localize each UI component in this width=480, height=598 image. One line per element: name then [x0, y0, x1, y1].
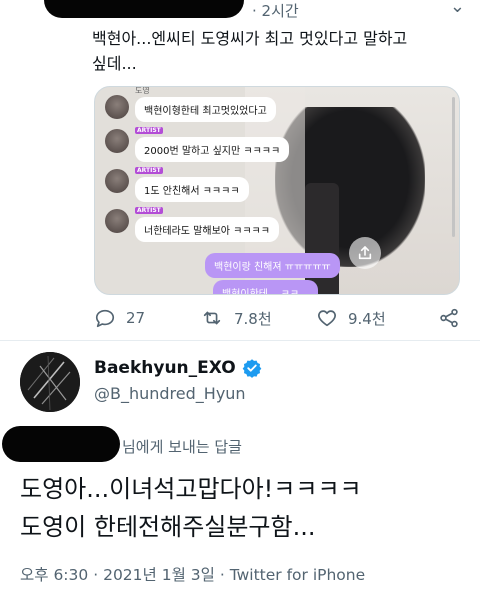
retweet-count: 7.8천 [234, 309, 272, 328]
purple-chat-bubble: 백현이한테 ...ㅋㅋ... [213, 280, 318, 294]
chat-bubble: 너한테라도 말해보아 ㅋㅋㅋㅋ [135, 217, 279, 242]
media-share-button[interactable] [349, 237, 381, 269]
timestamp-text[interactable]: 2시간 [262, 2, 299, 20]
retweet-action[interactable]: 7.8천 [200, 307, 272, 329]
artist-avatar [105, 95, 129, 119]
media-scrollbar [452, 97, 455, 237]
avatar-image [20, 352, 80, 412]
chat-bubble: 백현이형한테 최고멋있었다고 [135, 97, 276, 122]
artist-tag: ARTIST [135, 127, 163, 134]
tweet-source[interactable]: Twitter for iPhone [230, 566, 365, 584]
meta-separator: · [219, 566, 225, 584]
reply-text-line1: 도영아...이녀석고맙다아!ㅋㅋㅋㅋ [20, 475, 362, 503]
redacted-user-header [44, 0, 244, 18]
reply-action[interactable]: 27 [94, 307, 145, 329]
more-options-icon[interactable]: ⌄ [450, 0, 466, 17]
artist-avatar [105, 209, 129, 233]
chat-bubble: 1도 안친해서 ㅋㅋㅋㅋ [135, 177, 249, 202]
user-handle[interactable]: @B_hundred_Hyun [94, 384, 246, 403]
tweet-media-image[interactable]: 도영 백현이형한테 최고멋있었다고 ARTIST 2000번 말하고 싶지만 ㅋ… [94, 86, 460, 295]
tweet-text-line1: 백현아...엔씨티 도영씨가 최고 멋있다고 말하고 [92, 29, 408, 48]
like-action[interactable]: 9.4천 [316, 307, 386, 329]
phone-in-photo [305, 183, 339, 294]
tweet-text-line2: 싶데... [92, 54, 137, 73]
share-action[interactable] [438, 307, 460, 329]
tweet-text: 백현아...엔씨티 도영씨가 최고 멋있다고 말하고 싶데... [92, 26, 462, 76]
reply-count: 27 [126, 309, 146, 327]
redacted-reply-to [2, 426, 120, 462]
purple-chat-bubble: 백현이랑 친해져 ㅠㅠㅠㅠㅠ [205, 253, 340, 278]
artist-avatar [105, 169, 129, 193]
replying-to-text: 님에게 보내는 답글 [122, 438, 242, 456]
artist-tag: ARTIST [135, 167, 163, 174]
verified-badge-icon [242, 359, 262, 378]
tweet-divider [0, 340, 480, 341]
display-name-row[interactable]: Baekhyun_EXO [94, 358, 262, 378]
share-icon [358, 246, 372, 260]
reply-icon [95, 309, 115, 328]
meta-separator: · [93, 566, 99, 584]
artist-tag: ARTIST [135, 207, 163, 214]
artist-avatar [105, 129, 129, 153]
chat-bubble: 2000번 말하고 싶지만 ㅋㅋㅋㅋ [135, 137, 290, 162]
chat-top-partial: 도영 [135, 86, 150, 95]
timestamp-dot: · [252, 2, 262, 20]
tweet-meta: 오후 6:30 · 2021년 1월 3일 · Twitter for iPho… [20, 563, 365, 585]
tweet-time[interactable]: 오후 6:30 [20, 566, 88, 584]
tweet-date[interactable]: 2021년 1월 3일 [103, 566, 215, 584]
display-name: Baekhyun_EXO [94, 358, 236, 378]
share-nodes-icon [440, 308, 458, 328]
tweet-timestamp: · 2시간 [252, 0, 299, 21]
avatar[interactable] [20, 352, 80, 412]
reply-text: 도영아...이녀석고맙다아!ㅋㅋㅋㅋ 도영이 한테전해주실분구함... [20, 470, 470, 546]
like-count: 9.4천 [348, 309, 386, 328]
retweet-icon [203, 311, 221, 325]
heart-icon [318, 310, 336, 327]
reply-text-line2: 도영이 한테전해주실분구함... [20, 513, 316, 541]
